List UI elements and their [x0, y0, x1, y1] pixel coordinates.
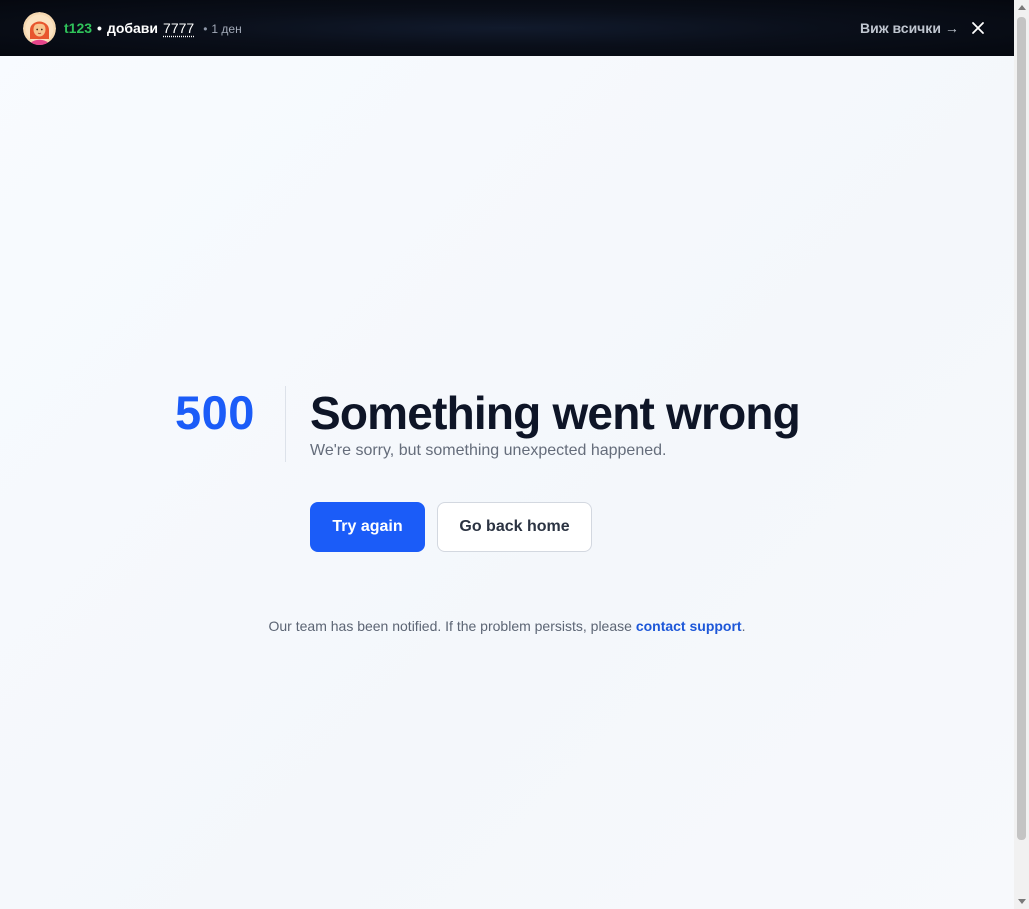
try-again-button[interactable]: Try again	[310, 502, 425, 552]
notification-action: добави	[106, 20, 159, 36]
page-viewport: t123 • добави 7777 • 1 ден Виж всички → …	[0, 0, 1014, 909]
notification-dot: •	[203, 22, 208, 36]
vertical-scrollbar[interactable]	[1014, 0, 1029, 909]
notification-time: 1 ден	[211, 22, 242, 36]
notification-text: t123 • добави 7777 • 1 ден	[64, 19, 242, 38]
view-all-link[interactable]: Виж всички →	[860, 19, 959, 37]
go-back-home-button[interactable]: Go back home	[437, 502, 592, 552]
notification-user[interactable]: t123	[64, 19, 92, 37]
footer-note-suffix: .	[741, 618, 746, 634]
scrollbar-thumb[interactable]	[1017, 17, 1026, 840]
notification-separator: •	[97, 20, 102, 36]
scroll-up-arrow-icon[interactable]	[1018, 5, 1026, 10]
notification-item-link[interactable]: 7777	[163, 19, 194, 37]
contact-support-link[interactable]: contact support	[636, 618, 742, 634]
female-avatar-icon[interactable]	[23, 12, 56, 45]
footer-note: Our team has been notified. If the probl…	[0, 617, 1014, 635]
close-icon[interactable]	[968, 18, 988, 38]
error-code: 500	[175, 386, 255, 439]
error-subtitle: We're sorry, but something unexpected ha…	[310, 442, 667, 459]
footer-note-prefix: Our team has been notified. If the probl…	[268, 618, 636, 634]
notification-bar: t123 • добави 7777 • 1 ден Виж всички →	[0, 0, 1014, 56]
error-title: Something went wrong	[310, 387, 801, 439]
scroll-down-arrow-icon[interactable]	[1018, 899, 1026, 904]
vertical-divider	[285, 386, 286, 462]
